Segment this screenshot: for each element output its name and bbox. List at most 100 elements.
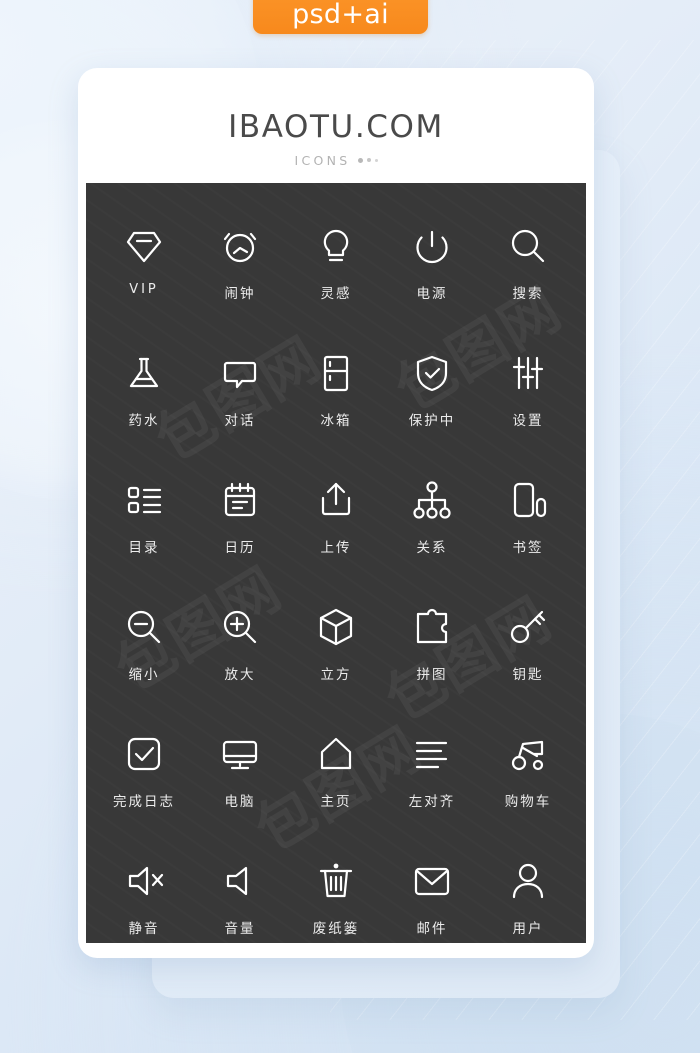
icon-grid: VIP 闹钟 灵感 电源 搜索药水 对话 冰箱 保护中 设置目录 日历 上传 关系 书签缩小 放大 立方 拼图… <box>86 183 586 943</box>
list-icon <box>120 467 168 533</box>
icon-label: 电源 <box>416 286 448 302</box>
page-title: IBAOTU.COM <box>228 109 444 145</box>
icon-cell-done-log[interactable]: 完成日志 <box>96 721 192 840</box>
icon-cell-cart[interactable]: 购物车 <box>480 721 576 840</box>
search-icon <box>504 213 552 279</box>
icon-cell-relations[interactable]: 关系 <box>384 467 480 586</box>
icon-cell-directory[interactable]: 目录 <box>96 467 192 586</box>
puzzle-icon <box>408 594 456 660</box>
sliders-icon <box>504 340 552 406</box>
icon-label: 冰箱 <box>320 413 352 429</box>
icon-cell-key[interactable]: 钥匙 <box>480 594 576 713</box>
page-subtitle: ICONS <box>294 153 351 168</box>
icon-cell-search[interactable]: 搜索 <box>480 213 576 332</box>
icon-label: 对话 <box>224 413 256 429</box>
psd-ai-badge-label: psd+ai <box>292 0 389 30</box>
icon-label: 上传 <box>320 540 352 556</box>
icon-label: 购物车 <box>504 794 552 810</box>
icon-label: 日历 <box>224 540 256 556</box>
mail-icon <box>408 848 456 914</box>
diamond-icon <box>120 213 168 279</box>
icon-label: 立方 <box>320 667 352 683</box>
zoom-out-icon <box>120 594 168 660</box>
icon-label: 拼图 <box>416 667 448 683</box>
icon-cell-home[interactable]: 主页 <box>288 721 384 840</box>
psd-ai-badge: psd+ai <box>253 0 428 34</box>
icon-cell-volume[interactable]: 音量 <box>192 848 288 943</box>
icon-cell-trash[interactable]: 废纸篓 <box>288 848 384 943</box>
chat-bubble-icon <box>216 340 264 406</box>
icon-label: 搜索 <box>512 286 544 302</box>
icon-cell-align-left[interactable]: 左对齐 <box>384 721 480 840</box>
icon-cell-cube[interactable]: 立方 <box>288 594 384 713</box>
icon-label: 书签 <box>512 540 544 556</box>
icon-label: 完成日志 <box>113 794 175 810</box>
icon-cell-chat[interactable]: 对话 <box>192 340 288 459</box>
icon-label: 缩小 <box>128 667 160 683</box>
icon-label: 邮件 <box>416 921 448 937</box>
monitor-icon <box>216 721 264 787</box>
user-icon <box>504 848 552 914</box>
icon-cell-settings[interactable]: 设置 <box>480 340 576 459</box>
align-left-icon <box>408 721 456 787</box>
trash-icon <box>312 848 360 914</box>
power-icon <box>408 213 456 279</box>
icon-label: 目录 <box>128 540 160 556</box>
bookmark-icon <box>504 467 552 533</box>
subtitle-row: ICONS <box>78 153 594 168</box>
icon-label: 放大 <box>224 667 256 683</box>
refrigerator-icon <box>312 340 360 406</box>
icon-label: 关系 <box>416 540 448 556</box>
icon-cell-zoom-in[interactable]: 放大 <box>192 594 288 713</box>
icon-cell-inspiration[interactable]: 灵感 <box>288 213 384 332</box>
icon-label: 保护中 <box>408 413 456 429</box>
icon-label: 电脑 <box>224 794 256 810</box>
cube-icon <box>312 594 360 660</box>
lightbulb-icon <box>312 213 360 279</box>
preview-card: IBAOTU.COM ICONS 包图网 包图网 包图网 包图网 包图网 VIP… <box>78 68 594 958</box>
icon-cell-potion[interactable]: 药水 <box>96 340 192 459</box>
icon-label: 闹钟 <box>224 286 256 302</box>
icon-cell-bookmark[interactable]: 书签 <box>480 467 576 586</box>
icon-label: 药水 <box>128 413 160 429</box>
icon-cell-calendar[interactable]: 日历 <box>192 467 288 586</box>
icon-cell-mail[interactable]: 邮件 <box>384 848 480 943</box>
flask-icon <box>120 340 168 406</box>
calendar-icon <box>216 467 264 533</box>
icon-cell-upload[interactable]: 上传 <box>288 467 384 586</box>
hierarchy-icon <box>408 467 456 533</box>
icon-label: 设置 <box>512 413 544 429</box>
home-icon <box>312 721 360 787</box>
icon-cell-mute[interactable]: 静音 <box>96 848 192 943</box>
icon-cell-fridge[interactable]: 冰箱 <box>288 340 384 459</box>
icon-label: 静音 <box>128 921 160 937</box>
icon-label: 废纸篓 <box>312 921 360 937</box>
shopping-cart-icon <box>504 721 552 787</box>
icon-cell-computer[interactable]: 电脑 <box>192 721 288 840</box>
key-icon <box>504 594 552 660</box>
icon-label: 主页 <box>320 794 352 810</box>
volume-icon <box>216 848 264 914</box>
icon-cell-protected[interactable]: 保护中 <box>384 340 480 459</box>
alarm-clock-icon <box>216 213 264 279</box>
icon-cell-zoom-out[interactable]: 缩小 <box>96 594 192 713</box>
mute-icon <box>120 848 168 914</box>
icon-cell-puzzle[interactable]: 拼图 <box>384 594 480 713</box>
decorative-dots-icon <box>357 157 378 164</box>
shield-check-icon <box>408 340 456 406</box>
zoom-in-icon <box>216 594 264 660</box>
icon-label: 钥匙 <box>512 667 544 683</box>
icon-label: 灵感 <box>320 286 352 302</box>
checkbox-check-icon <box>120 721 168 787</box>
icon-cell-power[interactable]: 电源 <box>384 213 480 332</box>
upload-icon <box>312 467 360 533</box>
icon-label: 音量 <box>224 921 256 937</box>
card-header: IBAOTU.COM ICONS <box>78 68 594 168</box>
icon-panel: 包图网 包图网 包图网 包图网 包图网 VIP 闹钟 灵感 电源 搜索 药水 对话 冰箱 保护中… <box>86 183 586 943</box>
icon-label: 左对齐 <box>408 794 456 810</box>
icon-cell-vip[interactable]: VIP <box>96 213 192 332</box>
icon-label: VIP <box>129 282 159 297</box>
icon-cell-alarm[interactable]: 闹钟 <box>192 213 288 332</box>
icon-cell-user[interactable]: 用户 <box>480 848 576 943</box>
icon-label: 用户 <box>512 921 544 937</box>
